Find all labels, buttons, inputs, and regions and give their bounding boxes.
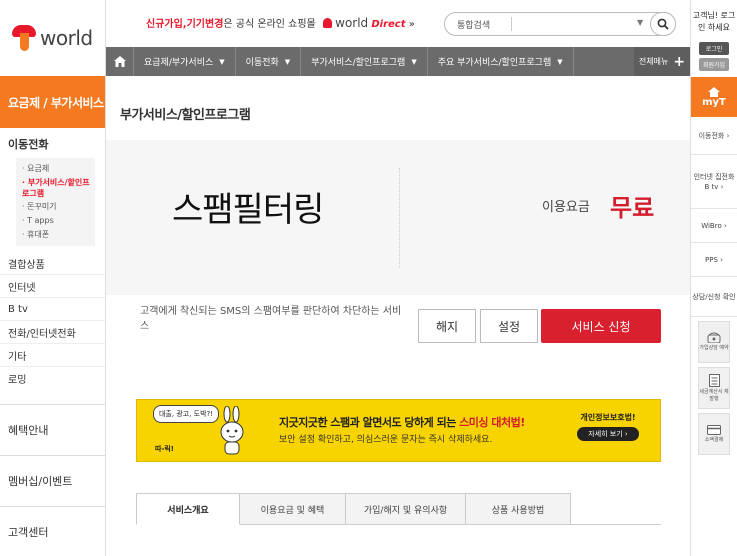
fee-value: 무료	[610, 194, 655, 222]
breadcrumb-item[interactable]: 주요 부가서비스/할인프로그램 ▼	[428, 47, 574, 76]
breadcrumb-item[interactable]: 부가서비스/할인프로그램 ▼	[301, 47, 428, 76]
tworld-logo[interactable]: world	[0, 0, 105, 76]
logo-word: world	[40, 26, 93, 50]
quick-consult-check[interactable]: 상담/신청 확인	[691, 277, 737, 317]
service-description: 고객에게 착신되는 SMS의 스팸여부를 판단하여 차단하는 서비스	[140, 306, 402, 332]
submenu-addon-discount[interactable]: · 부가서비스/할인프로그램	[22, 176, 95, 200]
dropdown-arrow-icon: ▼	[219, 57, 225, 66]
quick-micropayment[interactable]: 소액결제	[698, 413, 730, 455]
login-button[interactable]: 로그인	[699, 42, 729, 55]
banner-headline: 지긋지긋한 스팸과 알면서도 당하게 되는 스미싱 대처법!	[279, 416, 525, 429]
breadcrumb-item[interactable]: 이동전화 ▼	[236, 47, 302, 76]
dropdown-arrow-icon: ▼	[411, 57, 417, 66]
rabbit-character-icon	[220, 406, 244, 455]
apply-service-button[interactable]: 서비스 신청	[541, 309, 661, 343]
fee-label: 이용요금	[542, 200, 590, 215]
dropdown-arrow-icon: ▼	[284, 57, 291, 66]
speech-bubble: 대출, 광고, 도박?!	[153, 405, 219, 423]
sound-effect-text: 따-릭!	[155, 445, 174, 453]
promo-text: 은 공식 온라인 쇼핑몰	[223, 19, 316, 30]
phone-icon	[707, 332, 721, 343]
card-icon	[707, 424, 721, 435]
promo-brand: world	[335, 16, 369, 30]
search-icon	[657, 18, 669, 30]
privacy-law-box[interactable]: 개인정보보호법! 자세히 보기 ›	[577, 412, 639, 448]
nav-customer-center[interactable]: 고객센터	[0, 506, 105, 556]
quick-wibro[interactable]: WiBro ›	[691, 209, 737, 243]
dropdown-arrow-icon: ▼	[557, 57, 563, 66]
service-name: 스팸필터링	[172, 190, 324, 230]
tab-overview[interactable]: 서비스개요	[136, 493, 240, 525]
tab-usage[interactable]: 상품 사용방법	[466, 493, 571, 525]
nav-etc[interactable]: 기타	[0, 344, 105, 367]
top-header: 신규가입,기기변경은 공식 온라인 쇼핑몰 world Direct » 통합검…	[106, 0, 690, 47]
nav-membership[interactable]: 멤버십/이벤트	[0, 455, 105, 506]
tab-fee-benefits[interactable]: 이용요금 및 혜택	[240, 493, 346, 525]
nav-roaming[interactable]: 로밍	[0, 367, 105, 390]
submenu-money[interactable]: · 돈꾸미기	[22, 200, 95, 214]
see-more-button[interactable]: 자세히 보기 ›	[577, 427, 639, 441]
submenu-tapps[interactable]: · T apps	[22, 214, 95, 228]
home-icon	[708, 86, 720, 97]
submenu-plans[interactable]: · 요금제	[22, 162, 95, 176]
plus-icon: +	[673, 53, 686, 70]
page-title: 부가서비스/할인프로그램	[120, 108, 251, 123]
quick-pps[interactable]: PPS ›	[691, 243, 737, 277]
divider	[399, 168, 400, 268]
quick-consult-reservation[interactable]: 가입상담 예약	[698, 321, 730, 363]
myt-button[interactable]: myT	[691, 77, 737, 117]
login-greeting: 고객님! 로그인 하세요	[692, 11, 736, 32]
home-icon	[113, 56, 126, 67]
privacy-title: 개인정보보호법!	[580, 413, 636, 422]
settings-button[interactable]: 설정	[480, 309, 538, 343]
promo-red-text: 신규가입,기기변경	[146, 19, 224, 30]
cancel-service-button[interactable]: 해지	[418, 309, 476, 343]
search-type[interactable]: 통합검색	[457, 18, 490, 31]
search-box: 통합검색 ▼	[444, 12, 676, 36]
nav-benefits[interactable]: 혜택안내	[0, 404, 105, 455]
mobile-submenu: · 요금제 · 부가서비스/할인프로그램 · 돈꾸미기 · T apps · 휴…	[16, 158, 95, 246]
service-hero: 스팸필터링 이용요금 무료	[106, 140, 690, 295]
nav-bundle[interactable]: 결합상품	[0, 252, 105, 275]
quick-internet-btv[interactable]: 인터넷 집전화 B tv ›	[691, 155, 737, 209]
direct-promo-link[interactable]: 신규가입,기기변경은 공식 온라인 쇼핑몰 world Direct »	[146, 15, 415, 30]
breadcrumb-item[interactable]: 요금제/부가서비스 ▼	[134, 47, 236, 76]
breadcrumb-bar: 요금제/부가서비스 ▼ 이동전화 ▼ 부가서비스/할인프로그램 ▼ 주요 부가서비스/…	[106, 47, 690, 76]
home-button[interactable]	[106, 47, 134, 76]
quick-menu: 고객님! 로그인 하세요 로그인 회원가입 myT 이동전화 › 인터넷 집전화…	[690, 0, 737, 556]
quick-tax-invoice[interactable]: 세금계산서 재발행	[698, 367, 730, 409]
promo-direct: Direct	[371, 19, 406, 30]
banner-subtext: 보안 설정 확인하고, 의심스러운 문자는 즉시 삭제하세요.	[279, 435, 493, 445]
left-navigation: world 요금제 / 부가서비스 이동전화 · 요금제 · 부가서비스/할인프…	[0, 0, 106, 556]
t-logo-icon	[12, 23, 36, 53]
join-button[interactable]: 회원가입	[699, 58, 729, 71]
tab-join-cancel[interactable]: 가입/해지 및 유의사항	[346, 493, 466, 525]
search-button[interactable]	[650, 12, 676, 36]
dropdown-arrow-icon[interactable]: ▼	[637, 18, 643, 27]
document-icon	[708, 373, 720, 387]
content-tabs: 서비스개요 이용요금 및 혜택 가입/해지 및 유의사항 상품 사용방법	[136, 493, 571, 525]
nav-internet[interactable]: 인터넷	[0, 275, 105, 298]
t-mini-icon	[322, 18, 332, 28]
double-arrow-icon: »	[408, 19, 415, 30]
nav-btv[interactable]: B tv	[0, 298, 105, 321]
smishing-banner[interactable]: 대출, 광고, 도박?! 따-릭! 지긋지긋한 스팸과 알면서도 당하게 되는 …	[136, 399, 661, 462]
submenu-phone[interactable]: · 휴대폰	[22, 228, 95, 242]
nav-mobile[interactable]: 이동전화	[0, 128, 105, 158]
nav-phone-internet-phone[interactable]: 전화/인터넷전화	[0, 321, 105, 344]
all-menu-button[interactable]: 전체메뉴 +	[634, 47, 690, 76]
quick-mobile[interactable]: 이동전화 ›	[691, 117, 737, 155]
nav-plans-services[interactable]: 요금제 / 부가서비스	[0, 76, 105, 128]
